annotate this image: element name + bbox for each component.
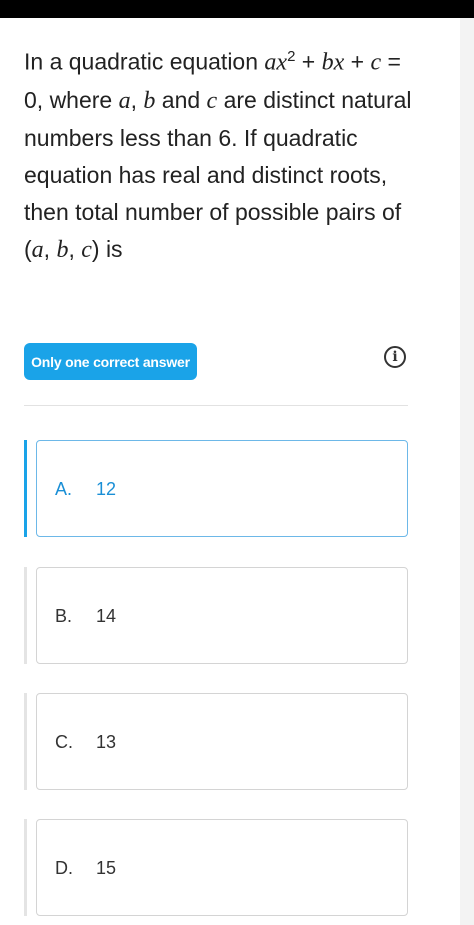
option-letter: C. [55, 732, 73, 752]
option-value: 13 [96, 732, 117, 752]
answer-type-badge: Only one correct answer [24, 343, 197, 380]
option-value: 14 [96, 606, 117, 626]
option-a-indicator [24, 440, 27, 537]
option-b[interactable]: B. 14 [36, 567, 408, 664]
option-letter: D. [55, 858, 73, 878]
option-d[interactable]: D. 15 [36, 819, 408, 916]
option-letter: B. [55, 606, 73, 626]
option-a[interactable]: A. 12 [36, 440, 408, 537]
option-value: 15 [96, 858, 117, 878]
scroll-track [460, 18, 474, 925]
option-b-indicator [24, 567, 27, 664]
option-d-indicator [24, 819, 27, 916]
info-icon[interactable]: i [384, 346, 406, 368]
option-c[interactable]: C. 13 [36, 693, 408, 790]
option-letter: A. [55, 479, 73, 499]
status-bar [0, 0, 474, 18]
divider [24, 405, 408, 406]
option-c-indicator [24, 693, 27, 790]
option-value: 12 [96, 479, 117, 499]
question-text: In a quadratic equation ax2 + bx + c = 0… [24, 48, 412, 263]
